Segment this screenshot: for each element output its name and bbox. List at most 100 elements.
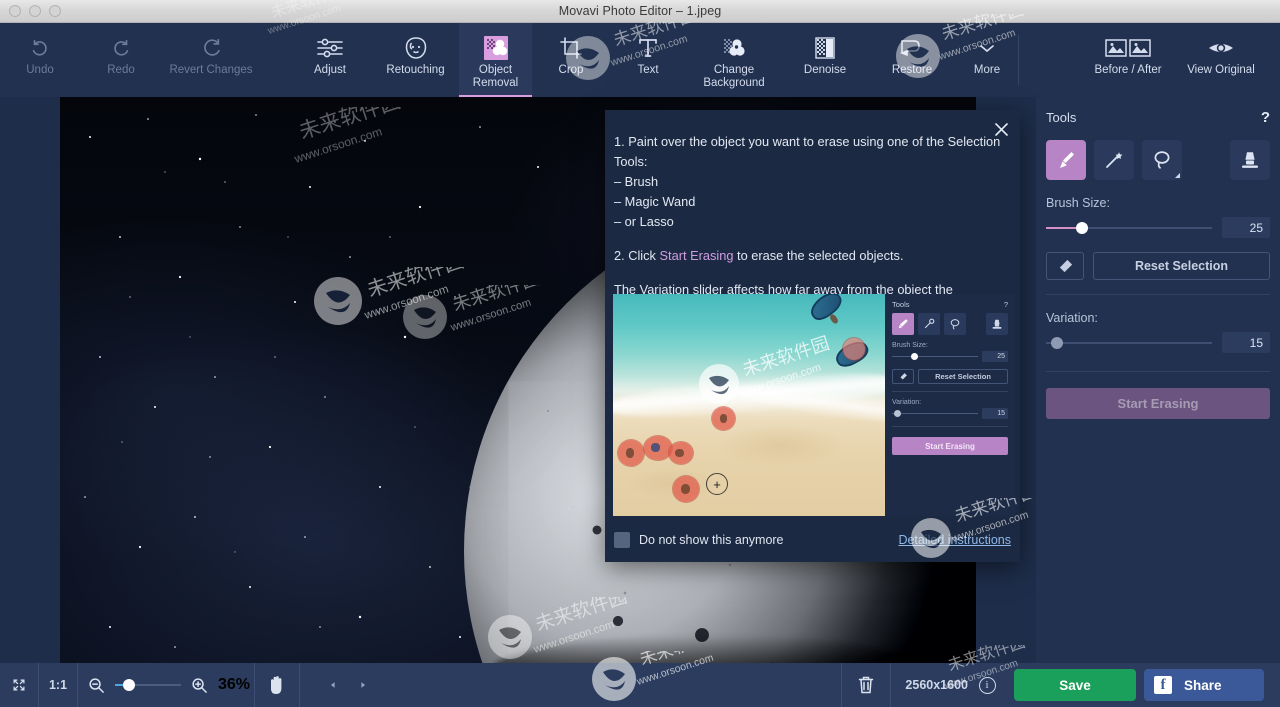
preview-tools-panel: Tools ? Brush Size: 25 Reset Selection V… bbox=[885, 294, 1015, 516]
preview-help-icon: ? bbox=[1003, 300, 1008, 309]
toolbar-more[interactable]: More bbox=[956, 23, 1018, 97]
preview-person bbox=[626, 448, 634, 458]
hand-tool-button[interactable] bbox=[255, 663, 299, 707]
preview-beach-photo: + 未来软件园 www.orsoon.com bbox=[613, 294, 885, 516]
zoom-out-button[interactable] bbox=[88, 677, 105, 694]
before-after-icon bbox=[1105, 32, 1151, 64]
magic-wand-tool-button[interactable] bbox=[1094, 140, 1134, 180]
toolbar-crop[interactable]: Crop bbox=[532, 23, 610, 97]
toolbar-change-background[interactable]: Change Background bbox=[686, 23, 782, 97]
toolbar-redo[interactable]: Redo bbox=[80, 23, 162, 97]
main-toolbar: Undo Redo Revert Changes Adjust Retouchi… bbox=[0, 23, 1280, 97]
toolbar-restore[interactable]: Restore bbox=[868, 23, 956, 97]
magic-wand-icon bbox=[1106, 152, 1123, 168]
image-info-button[interactable]: i bbox=[972, 663, 1002, 707]
tools-sidebar: Tools ? Brush Size: 25 Reset Selection V… bbox=[1036, 97, 1280, 663]
toolbar-revert-changes[interactable]: Revert Changes bbox=[162, 23, 260, 97]
toolbar-undo-label: Undo bbox=[26, 64, 54, 76]
preview-mark bbox=[843, 338, 865, 360]
do-not-show-checkbox[interactable] bbox=[614, 532, 630, 548]
stamp-tool-button[interactable] bbox=[1230, 140, 1270, 180]
preview-stamp-tool bbox=[986, 313, 1008, 335]
crop-icon bbox=[559, 32, 583, 64]
toolbar-denoise[interactable]: Denoise bbox=[782, 23, 868, 97]
eraser-icon bbox=[1059, 259, 1072, 272]
toolbar-text-label: Text bbox=[637, 64, 659, 76]
help-icon[interactable]: ? bbox=[1261, 109, 1270, 126]
variation-value[interactable]: 15 bbox=[1222, 332, 1270, 353]
zoom-level-value: 36% bbox=[218, 676, 251, 693]
toolbar-restore-label: Restore bbox=[891, 64, 933, 76]
dialog-text: 1. Paint over the object you want to era… bbox=[605, 110, 1020, 320]
dialog-step2: 2. Click Start Erasing to erase the sele… bbox=[614, 246, 1004, 266]
zoom-slider[interactable] bbox=[115, 679, 181, 691]
denoise-icon bbox=[813, 32, 837, 64]
dialog-bullet-magic-wand: – Magic Wand bbox=[614, 194, 696, 209]
face-icon bbox=[403, 32, 429, 64]
toolbar-object-removal[interactable]: Object Removal bbox=[459, 23, 532, 97]
hand-tool-icon bbox=[271, 676, 282, 694]
brush-cursor-icon: + bbox=[706, 473, 728, 495]
dialog-step2-prefix: 2. Click bbox=[614, 248, 660, 263]
actual-size-button[interactable]: 1:1 bbox=[39, 663, 77, 707]
preview-magic-wand-tool bbox=[918, 313, 940, 335]
toolbar-text[interactable]: Text bbox=[610, 23, 686, 97]
toolbar-before-after[interactable]: Before / After bbox=[1080, 23, 1176, 97]
zoom-out-icon bbox=[89, 677, 104, 693]
toolbar-view-original[interactable]: View Original bbox=[1176, 23, 1266, 97]
dialog-step2-suffix: to erase the selected objects. bbox=[733, 248, 904, 263]
preview-person bbox=[828, 313, 840, 325]
instructions-dialog: 1. Paint over the object you want to era… bbox=[605, 110, 1039, 562]
detailed-instructions-link[interactable]: Detailed instructions bbox=[898, 533, 1011, 547]
share-button[interactable]: f Share bbox=[1144, 669, 1264, 701]
preview-lasso-tool bbox=[944, 313, 966, 335]
toolbar-more-label: More bbox=[973, 64, 1001, 76]
image-dimensions: 2560x1600 bbox=[905, 678, 968, 692]
previous-image-button[interactable] bbox=[318, 663, 348, 707]
next-image-button[interactable] bbox=[348, 663, 378, 707]
sliders-icon bbox=[316, 32, 344, 64]
variation-slider[interactable] bbox=[1046, 336, 1212, 349]
toolbar-adjust[interactable]: Adjust bbox=[288, 23, 372, 97]
brush-size-value[interactable]: 25 bbox=[1222, 217, 1270, 238]
redo-icon bbox=[110, 32, 132, 64]
dialog-preview-screenshot: + 未来软件园 www.orsoon.com Tools ? Brush Siz… bbox=[613, 294, 1015, 516]
preview-person bbox=[651, 443, 660, 452]
brush-size-slider[interactable] bbox=[1046, 221, 1212, 234]
reset-selection-button[interactable]: Reset Selection bbox=[1093, 252, 1270, 280]
next-arrow-icon bbox=[361, 682, 366, 688]
fit-to-screen-button[interactable] bbox=[0, 663, 38, 707]
toolbar-object-removal-label: Object Removal bbox=[472, 64, 519, 89]
brush-icon bbox=[1060, 152, 1074, 168]
toolbar-undo[interactable]: Undo bbox=[0, 23, 80, 97]
toolbar-redo-label: Redo bbox=[107, 64, 135, 76]
text-icon bbox=[636, 32, 660, 64]
lasso-dropdown-indicator[interactable] bbox=[1175, 173, 1180, 178]
start-erasing-button[interactable]: Start Erasing bbox=[1046, 388, 1270, 419]
brush-size-label: Brush Size: bbox=[1046, 196, 1110, 210]
delete-button[interactable] bbox=[842, 663, 890, 707]
preview-reset-selection-button: Reset Selection bbox=[918, 369, 1008, 384]
close-icon[interactable] bbox=[990, 118, 1012, 140]
lasso-tool-button[interactable] bbox=[1142, 140, 1182, 180]
variation-label: Variation: bbox=[1046, 311, 1098, 325]
toolbar-retouching[interactable]: Retouching bbox=[372, 23, 459, 97]
save-button[interactable]: Save bbox=[1014, 669, 1136, 701]
info-icon: i bbox=[978, 676, 996, 694]
eraser-button[interactable] bbox=[1046, 252, 1084, 280]
toolbar-retouching-label: Retouching bbox=[386, 64, 445, 76]
sidebar-tool-group bbox=[1046, 140, 1270, 180]
svg-text:未来软件园: 未来软件园 bbox=[740, 334, 832, 380]
object-removal-icon bbox=[481, 32, 511, 64]
preview-brush-tool bbox=[892, 313, 914, 335]
sidebar-title: Tools bbox=[1046, 110, 1077, 125]
preview-boat bbox=[806, 294, 846, 325]
brush-tool-button[interactable] bbox=[1046, 140, 1086, 180]
title-bar: Movavi Photo Editor – 1.jpeg bbox=[0, 0, 1280, 23]
facebook-icon: f bbox=[1154, 676, 1172, 694]
toolbar-before-after-label: Before / After bbox=[1094, 64, 1162, 76]
preview-panel-title: Tools bbox=[892, 300, 910, 309]
undo-icon bbox=[29, 32, 51, 64]
zoom-in-button[interactable] bbox=[191, 677, 208, 694]
